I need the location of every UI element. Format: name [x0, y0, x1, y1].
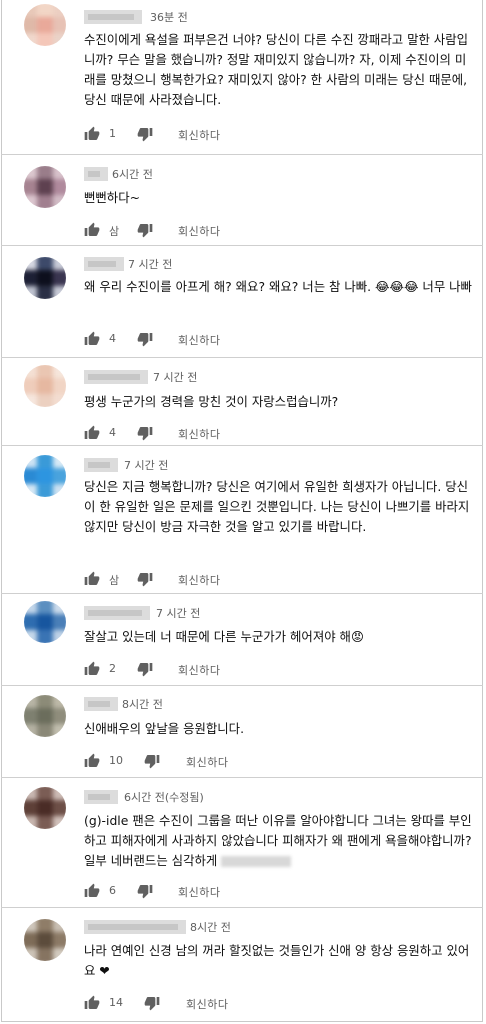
- comment-actions: 4 회신하다: [84, 331, 384, 349]
- divider: [1, 593, 483, 594]
- thumbs-down-icon[interactable]: [137, 331, 153, 347]
- avatar[interactable]: [24, 787, 66, 829]
- comment-time: 36분 전: [150, 11, 188, 24]
- divider: [1, 685, 483, 686]
- comment-text: 왜 우리 수진이를 아프게 해? 왜요? 왜요? 너는 참 나빠. 😂😂😂 너무…: [84, 279, 472, 294]
- comment-text: 평생 누군가의 경력을 망친 것이 자랑스럽습니까?: [84, 394, 339, 409]
- like-count: 삼: [109, 225, 120, 238]
- username-blurred[interactable]: [84, 370, 148, 384]
- comment-time: 8시간 전: [190, 921, 231, 934]
- username-blurred[interactable]: [84, 458, 118, 472]
- comment-time: 7 시간 전: [153, 371, 198, 384]
- thumbs-down-icon[interactable]: [144, 753, 160, 769]
- thumbs-down-icon[interactable]: [137, 222, 153, 238]
- username-blurred[interactable]: [84, 257, 124, 271]
- thumbs-down-icon[interactable]: [144, 995, 160, 1011]
- avatar[interactable]: [24, 4, 66, 46]
- thumbs-down-icon[interactable]: [137, 126, 153, 142]
- comment-time: 7 시간 전: [156, 607, 201, 620]
- avatar[interactable]: [24, 601, 66, 643]
- thumbs-up-icon[interactable]: [84, 995, 100, 1011]
- divider: [1, 245, 483, 246]
- comment-time: 6시간 전(수정됨): [124, 791, 204, 804]
- reply-button[interactable]: 회신하다: [178, 127, 220, 143]
- like-count: 4: [109, 332, 116, 345]
- thumbs-down-icon[interactable]: [137, 661, 153, 677]
- thumbs-up-icon[interactable]: [84, 661, 100, 677]
- comment-text: 나라 연예인 신경 남의 꺼라 할짓없는 것들인가 신애 양 항상 응원하고 있…: [84, 943, 470, 978]
- comment-actions: 2 회신하다: [84, 661, 384, 679]
- thumbs-up-icon[interactable]: [84, 883, 100, 899]
- avatar[interactable]: [24, 257, 66, 299]
- divider: [1, 777, 483, 778]
- comment-text: 수진이에게 욕설을 퍼부은건 너야? 당신이 다른 수진 깡패라고 말한 사람입…: [84, 32, 472, 107]
- thumbs-up-icon[interactable]: [84, 126, 100, 142]
- avatar[interactable]: [24, 365, 66, 407]
- comment-text: 잘살고 있는데 너 때문에 다른 누군가가 헤어져야 해😡: [84, 629, 364, 644]
- thumbs-up-icon[interactable]: [84, 571, 100, 587]
- thumbs-down-icon[interactable]: [137, 883, 153, 899]
- avatar[interactable]: [24, 166, 66, 208]
- thumbs-down-icon[interactable]: [137, 425, 153, 441]
- username-blurred[interactable]: [84, 167, 108, 181]
- like-count: 10: [109, 754, 123, 767]
- username-blurred[interactable]: [84, 790, 118, 804]
- thumbs-down-icon[interactable]: [137, 571, 153, 587]
- username-blurred[interactable]: [84, 697, 118, 711]
- avatar[interactable]: [24, 455, 66, 497]
- divider: [1, 154, 483, 155]
- comment-text: 당신은 지금 행복합니까? 당신은 여기에서 유일한 희생자가 아닙니다. 당신…: [84, 479, 474, 534]
- reply-button[interactable]: 회신하다: [178, 662, 220, 678]
- comment-time: 7 시간 전: [124, 459, 169, 472]
- thumbs-up-icon[interactable]: [84, 331, 100, 347]
- comment-time: 7 시간 전: [128, 258, 173, 271]
- comment-actions: 삼 회신하다: [84, 571, 384, 589]
- thumbs-up-icon[interactable]: [84, 425, 100, 441]
- thumbs-up-icon[interactable]: [84, 753, 100, 769]
- avatar[interactable]: [24, 695, 66, 737]
- comment-actions: 14 회신하다: [84, 995, 384, 1013]
- like-count: 삼: [109, 574, 120, 587]
- comment-actions: 6 회신하다: [84, 883, 384, 901]
- like-count: 4: [109, 426, 116, 439]
- comment-text: 뻔뻔하다~: [84, 190, 140, 205]
- reply-button[interactable]: 회신하다: [178, 572, 220, 588]
- divider: [1, 445, 483, 446]
- like-count: 14: [109, 996, 123, 1009]
- comment-time: 6시간 전: [112, 168, 153, 181]
- reply-button[interactable]: 회신하다: [178, 223, 220, 239]
- comment-actions: 삼 회신하다: [84, 222, 384, 240]
- comment-time: 8시간 전: [122, 698, 163, 711]
- like-count: 2: [109, 662, 116, 675]
- reply-button[interactable]: 회신하다: [178, 884, 220, 900]
- like-count: 1: [109, 127, 116, 140]
- redacted-text-blur: [221, 856, 292, 867]
- divider: [1, 357, 483, 358]
- reply-button[interactable]: 회신하다: [178, 426, 220, 442]
- reply-button[interactable]: 회신하다: [186, 754, 228, 770]
- reply-button[interactable]: 회신하다: [178, 332, 220, 348]
- comment-actions: 1 회신하다: [84, 126, 384, 144]
- comment-actions: 4 회신하다: [84, 425, 384, 443]
- username-blurred[interactable]: [84, 10, 142, 24]
- comment-actions: 10 회신하다: [84, 753, 384, 771]
- thumbs-up-icon[interactable]: [84, 222, 100, 238]
- avatar[interactable]: [24, 919, 66, 961]
- username-blurred[interactable]: [84, 606, 150, 620]
- username-blurred[interactable]: [84, 920, 186, 934]
- reply-button[interactable]: 회신하다: [186, 996, 228, 1012]
- comment-text: 신애배우의 앞날을 응원합니다.: [84, 721, 245, 736]
- like-count: 6: [109, 884, 116, 897]
- divider: [1, 907, 483, 908]
- comment-text: (g)-idle 팬은 수진이 그룹을 떠난 이유를 알아야합니다 그녀는 왕따…: [84, 811, 476, 871]
